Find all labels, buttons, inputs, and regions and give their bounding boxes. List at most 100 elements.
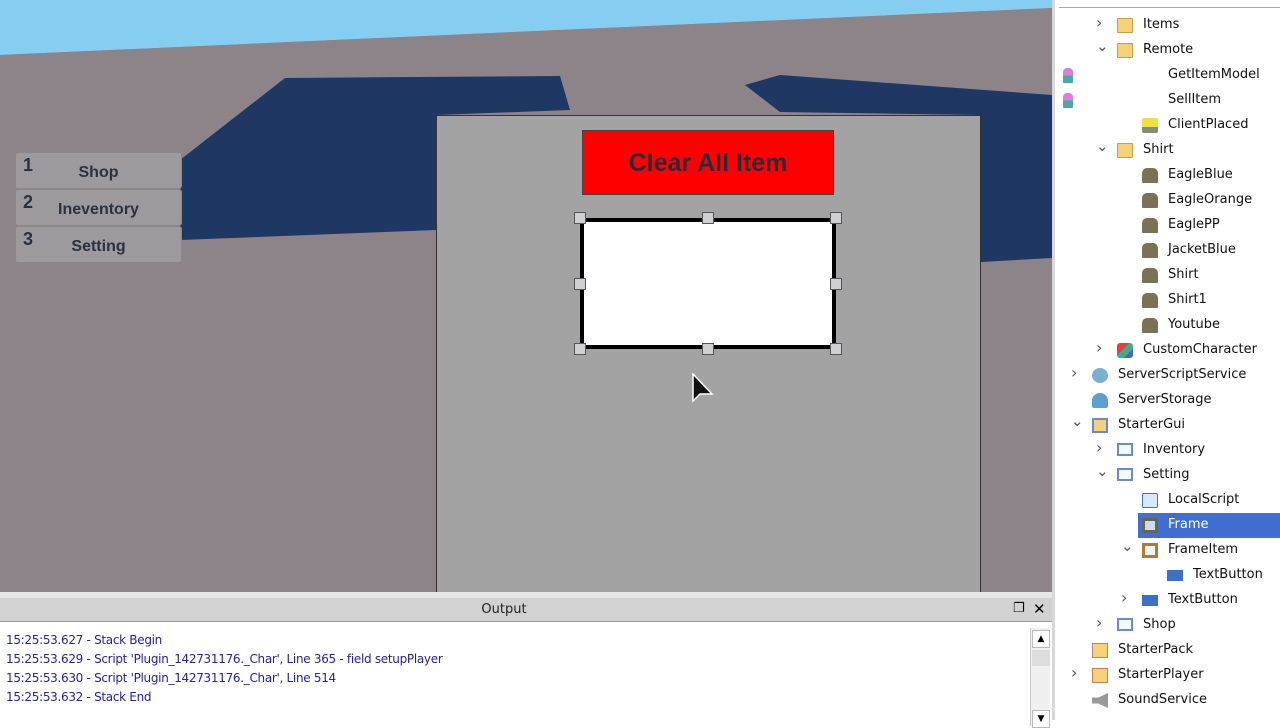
tree-item-customcharacter[interactable]: › CustomCharacter — [1059, 338, 1279, 363]
resize-handle-bottom[interactable] — [702, 343, 714, 355]
tree-item-textbutton[interactable]: › TextButton — [1059, 588, 1279, 613]
output-line: 15:25:53.632 - Stack End — [6, 690, 152, 704]
tree-item-youtube[interactable]: Youtube — [1059, 313, 1279, 338]
resize-handle-right[interactable] — [830, 278, 842, 290]
text-button-icon — [1167, 570, 1183, 581]
remote-function-icon — [1063, 68, 1073, 83]
tree-item-eagleblue[interactable]: EagleBlue — [1059, 163, 1279, 188]
tree-item-label: ServerScriptService — [1118, 367, 1247, 382]
tree-item-startergui[interactable]: ⌄ StarterGui — [1059, 412, 1279, 438]
hotbar-label: Shop — [78, 164, 119, 181]
chevron-right-icon[interactable]: › — [1121, 588, 1127, 607]
dock-icon[interactable]: ❐ — [1013, 601, 1025, 616]
tree-item-label: Shop — [1143, 617, 1176, 632]
tree-item-starterplayer[interactable]: › StarterPlayer — [1059, 663, 1279, 688]
shirt-icon — [1142, 193, 1158, 208]
tree-item-label: GetItemModel — [1168, 67, 1260, 82]
tree-item-label: SoundService — [1118, 692, 1207, 707]
resize-handle-top-right[interactable] — [830, 212, 842, 224]
hotbar-setting-button[interactable]: 3 Setting — [15, 226, 182, 263]
chevron-down-icon[interactable]: ⌄ — [1096, 37, 1109, 55]
close-icon[interactable]: ✕ — [1033, 600, 1046, 618]
folder-icon — [1117, 143, 1133, 158]
tree-item-remote[interactable]: ⌄ Remote — [1059, 37, 1279, 63]
resize-handle-bottom-left[interactable] — [574, 343, 586, 355]
sound-service-icon — [1092, 693, 1108, 708]
chevron-down-icon[interactable]: ⌄ — [1121, 537, 1134, 555]
tree-item-shirt1[interactable]: Shirt1 — [1059, 288, 1279, 313]
tree-item-label: Setting — [1143, 467, 1190, 482]
server-storage-icon — [1092, 393, 1108, 408]
scroll-thumb[interactable] — [1032, 650, 1050, 666]
tree-item-serverstorage[interactable]: ServerStorage — [1059, 388, 1279, 413]
chevron-right-icon[interactable]: › — [1096, 613, 1102, 632]
tree-item-sellitem[interactable]: SellItem — [1059, 88, 1279, 113]
shirt-icon — [1142, 168, 1158, 183]
selected-frame[interactable] — [580, 218, 836, 349]
folder-icon — [1117, 43, 1133, 58]
server-script-service-icon — [1092, 368, 1108, 383]
output-panel: Output ❐ ✕ 15:25:53.627 - Stack Begin 15… — [0, 592, 1052, 728]
explorer-filter-bar[interactable] — [1059, 0, 1280, 8]
tree-item-shop[interactable]: › Shop — [1059, 613, 1279, 638]
frame-item-icon — [1142, 543, 1158, 558]
3d-viewport[interactable]: 1 Shop 2 Ineventory 3 Setting Clear All … — [0, 0, 1052, 592]
remote-event-icon — [1142, 118, 1158, 133]
resize-handle-left[interactable] — [574, 278, 586, 290]
tree-item-label: EaglePP — [1168, 217, 1220, 232]
chevron-down-icon[interactable]: ⌄ — [1071, 412, 1084, 430]
tree-item-frameitem[interactable]: ⌄ FrameItem — [1059, 537, 1279, 563]
tree-item-eagleorange[interactable]: EagleOrange — [1059, 188, 1279, 213]
output-line: 15:25:53.629 - Script 'Plugin_142731176.… — [6, 652, 443, 666]
tree-item-label: StarterGui — [1118, 417, 1186, 432]
tree-item-items[interactable]: › Items — [1059, 13, 1279, 38]
chevron-right-icon[interactable]: › — [1096, 13, 1102, 32]
shirt-icon — [1142, 268, 1158, 283]
tree-item-starterpack[interactable]: StarterPack — [1059, 638, 1279, 663]
resize-handle-top[interactable] — [702, 212, 714, 224]
chevron-right-icon[interactable]: › — [1071, 363, 1077, 382]
chevron-down-icon[interactable]: ⌄ — [1096, 137, 1109, 155]
tree-item-frame[interactable]: Frame — [1138, 513, 1280, 538]
tree-item-label: SellItem — [1168, 92, 1222, 107]
tree-item-label: StarterPlayer — [1118, 667, 1204, 682]
text-button-icon — [1142, 595, 1158, 606]
chevron-right-icon[interactable]: › — [1096, 438, 1102, 457]
chevron-right-icon[interactable]: › — [1096, 338, 1102, 357]
tree-item-label: Frame — [1168, 517, 1209, 532]
tree-item-serverscriptservice[interactable]: › ServerScriptService — [1059, 363, 1279, 388]
model-icon — [1117, 343, 1133, 358]
chevron-right-icon[interactable]: › — [1071, 663, 1077, 682]
output-scrollbar[interactable]: ▲ ▼ — [1030, 628, 1050, 728]
tree-item-setting[interactable]: ⌄ Setting — [1059, 462, 1279, 488]
shirt-icon — [1142, 218, 1158, 233]
tree-item-textbutton[interactable]: TextButton — [1059, 563, 1279, 588]
tree-item-label: FrameItem — [1168, 542, 1239, 557]
tree-item-jacketblue[interactable]: JacketBlue — [1059, 238, 1279, 263]
tree-item-localscript[interactable]: LocalScript — [1059, 488, 1279, 513]
tree-item-soundservice[interactable]: SoundService — [1059, 688, 1279, 713]
tree-item-eaglepp[interactable]: EaglePP — [1059, 213, 1279, 238]
tree-item-label: CustomCharacter — [1143, 342, 1257, 357]
tree-item-label: EagleBlue — [1168, 167, 1233, 182]
scroll-up-icon[interactable]: ▲ — [1032, 630, 1050, 648]
explorer-panel: › Items ⌄ Remote GetItemModel SellItem ClientP… — [1052, 0, 1280, 720]
hotbar-inventory-button[interactable]: 2 Ineventory — [15, 189, 182, 226]
tree-item-shirt[interactable]: ⌄ Shirt — [1059, 137, 1279, 163]
tree-item-label: Remote — [1143, 42, 1194, 57]
resize-handle-top-left[interactable] — [574, 212, 586, 224]
tree-item-getitemmodel[interactable]: GetItemModel — [1059, 63, 1279, 88]
tree-item-shirt[interactable]: Shirt — [1059, 263, 1279, 288]
shirt-icon — [1142, 293, 1158, 308]
tree-item-label: Shirt1 — [1168, 292, 1207, 307]
tree-item-label: Inventory — [1143, 442, 1206, 457]
tree-item-inventory[interactable]: › Inventory — [1059, 438, 1279, 463]
tree-item-label: EagleOrange — [1168, 192, 1253, 207]
scroll-down-icon[interactable]: ▼ — [1032, 710, 1050, 728]
resize-handle-bottom-right[interactable] — [830, 343, 842, 355]
tree-item-clientplaced[interactable]: ClientPlaced — [1059, 113, 1279, 138]
tree-item-label: Shirt — [1143, 142, 1174, 157]
chevron-down-icon[interactable]: ⌄ — [1096, 462, 1109, 480]
clear-all-item-button[interactable]: Clear All Item — [582, 130, 834, 195]
hotbar-shop-button[interactable]: 1 Shop — [15, 152, 182, 189]
